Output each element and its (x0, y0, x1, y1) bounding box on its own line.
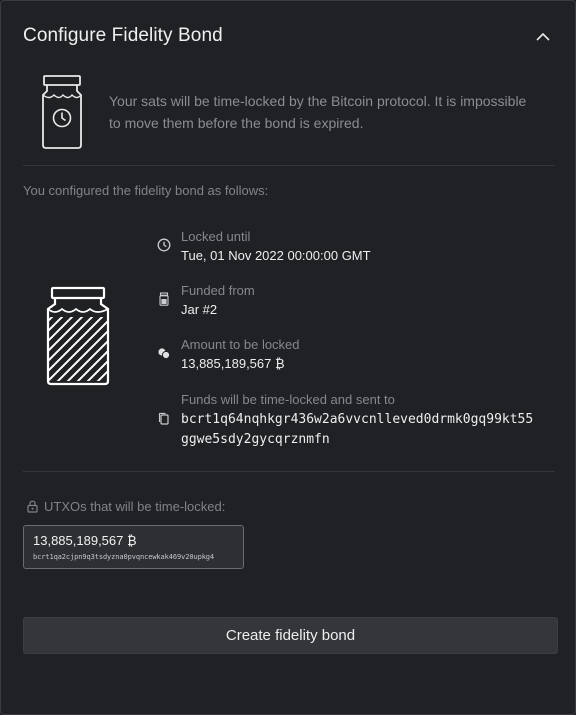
amount-label: Amount to be locked (181, 337, 300, 352)
panel-title: Configure Fidelity Bond (23, 25, 223, 46)
amount-detail: Amount to be locked 13,885,189,567 ₿ (181, 337, 300, 371)
panel-header: Configure Fidelity Bond (23, 25, 555, 51)
utxo-card[interactable]: 13,885,189,567 ₿ bcrt1qa2cjpn9q3tsdyzna0… (23, 525, 244, 569)
locked-until-value: Tue, 01 Nov 2022 00:00:00 GMT (181, 248, 371, 263)
fidelity-bond-panel: Configure Fidelity Bond Your sats will b… (0, 0, 576, 715)
jar-clock-icon (42, 75, 82, 149)
funded-from-label: Funded from (181, 283, 255, 298)
copy-icon[interactable] (157, 412, 171, 426)
funded-from-value: Jar #2 (181, 302, 218, 317)
utxo-heading-text: UTXOs that will be time-locked: (44, 499, 226, 514)
locked-until-detail: Locked until Tue, 01 Nov 2022 00:00:00 G… (181, 229, 371, 263)
create-fidelity-bond-button[interactable]: Create fidelity bond (23, 617, 558, 654)
utxo-address: bcrt1qa2cjpn9q3tsdyzna0pvqncewkak469v20u… (33, 553, 215, 561)
jar-small-icon (159, 292, 169, 306)
intro-description: Your sats will be time-locked by the Bit… (109, 93, 527, 131)
utxo-amount: 13,885,189,567 ₿ (33, 533, 137, 548)
destination-address-line1: bcrt1q64nqhkgr436w2a6vvcnlleved0drmk0gq9… (181, 412, 534, 427)
destination-label: Funds will be time-locked and sent to (181, 392, 395, 407)
amount-value: 13,885,189,567 ₿ (181, 356, 285, 371)
destination-detail: Funds will be time-locked and sent to bc… (181, 392, 533, 450)
divider (23, 165, 555, 166)
clock-icon (157, 238, 171, 252)
utxo-heading: UTXOs that will be time-locked: (23, 499, 225, 514)
chevron-up-icon[interactable] (531, 25, 555, 49)
funded-from-detail: Funded from Jar #2 (181, 283, 255, 317)
locked-until-label: Locked until (181, 229, 251, 244)
summary-heading: You configured the fidelity bond as foll… (23, 183, 269, 198)
filled-jar-icon (46, 286, 110, 386)
coins-icon (158, 348, 171, 360)
divider (23, 471, 555, 472)
destination-address-line2: ggwe5sdy2gycqrznmfn (181, 432, 330, 447)
